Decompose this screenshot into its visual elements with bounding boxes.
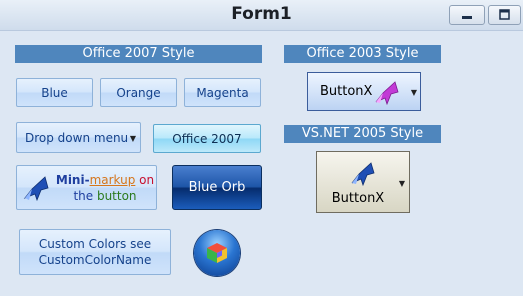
magic-wand-icon (23, 176, 49, 202)
blue-button[interactable]: Blue (16, 78, 93, 107)
section-office2003: Office 2003 Style (284, 45, 441, 63)
dropdown-menu-button[interactable]: Drop down menu ▼ (16, 122, 141, 153)
orange-button[interactable]: Orange (100, 78, 177, 107)
minimize-button[interactable] (449, 5, 485, 25)
magenta-button[interactable]: Magenta (184, 78, 261, 107)
vsnet2005-buttonx-label: ButtonX (331, 191, 385, 206)
office2003-buttonx[interactable]: ButtonX ▼ (307, 72, 421, 111)
office2003-buttonx-label: ButtonX (320, 84, 373, 99)
chevron-down-icon: ▼ (129, 134, 136, 143)
section-office2007: Office 2007 Style (15, 45, 262, 63)
mini-markup-part4: the (73, 189, 97, 203)
mini-markup-text: Mini-markup on the button (53, 172, 157, 204)
restore-button[interactable] (488, 5, 521, 25)
magic-wand-icon (375, 81, 399, 105)
custom-colors-line2: CustomColorName (38, 253, 152, 267)
color-cube-icon (207, 243, 227, 263)
chevron-down-icon: ▼ (410, 88, 417, 97)
custom-colors-button[interactable]: Custom Colors see CustomColorName (19, 229, 171, 275)
mini-markup-part5: button (96, 189, 137, 203)
chevron-down-icon: ▼ (398, 179, 405, 188)
restore-icon (499, 9, 510, 20)
mini-markup-button[interactable]: Mini-markup on the button (16, 165, 157, 210)
office2007-button[interactable]: Office 2007 (153, 124, 261, 153)
window-title: Form1 (231, 4, 292, 24)
mini-markup-part1: Mini- (55, 173, 90, 187)
orb-button[interactable] (194, 230, 240, 276)
custom-colors-line1: Custom Colors see (38, 237, 152, 251)
mini-markup-part2: markup (89, 173, 136, 187)
mini-markup-part3: on (135, 173, 155, 187)
blue-orb-button[interactable]: Blue Orb (172, 165, 262, 210)
vsnet2005-buttonx[interactable]: ButtonX ▼ (316, 151, 410, 213)
dropdown-menu-label: Drop down menu (25, 130, 129, 145)
section-vsnet2005: VS.NET 2005 Style (284, 125, 441, 143)
minimize-icon (462, 16, 472, 19)
magic-wand-icon (351, 162, 375, 186)
title-bar: Form1 (0, 0, 523, 31)
